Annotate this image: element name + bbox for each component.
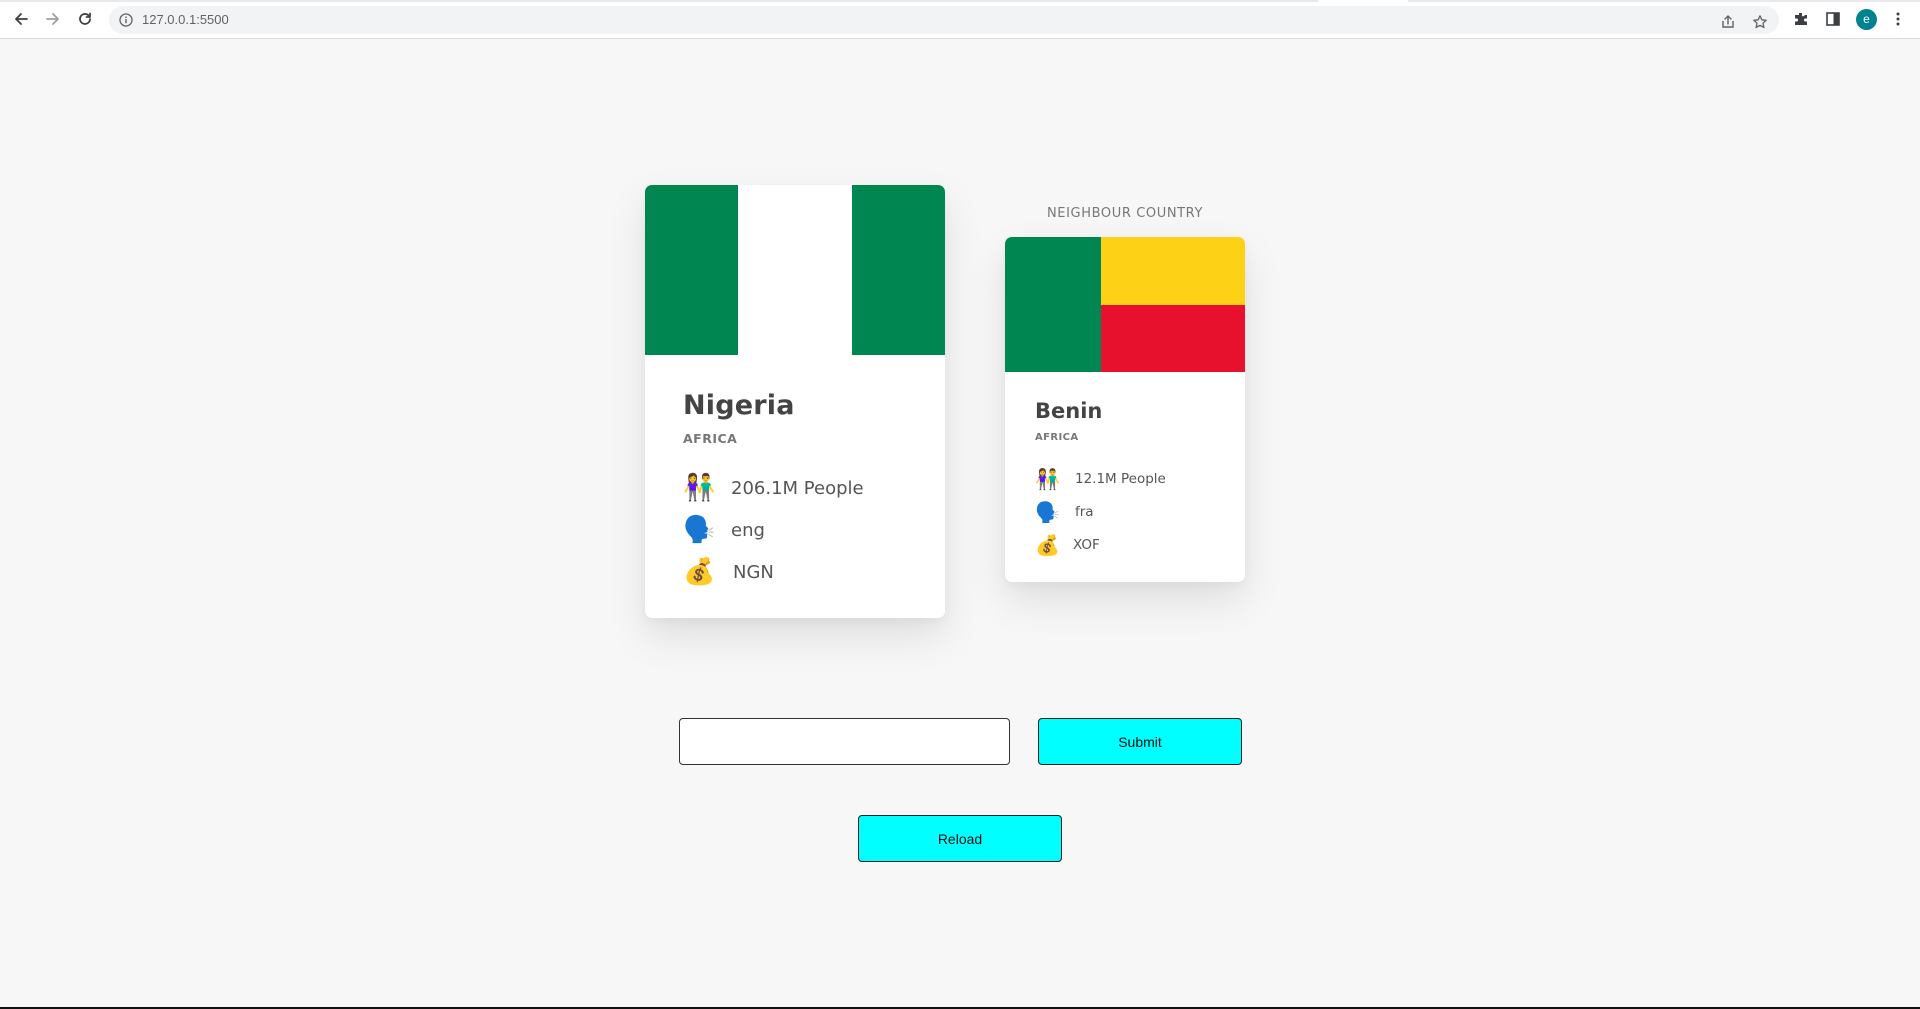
reload-button[interactable]: Reload <box>858 815 1062 862</box>
reload-icon <box>79 12 91 25</box>
share-button[interactable] <box>1719 13 1737 31</box>
info-icon[interactable] <box>119 13 133 27</box>
side-panel-button[interactable] <box>1824 10 1842 28</box>
bookmark-button[interactable] <box>1751 13 1769 31</box>
country-card-neighbour: Benin AFRICA 👫 12.1M People 🗣️ fra 💰 XOF <box>1005 237 1245 582</box>
back-button[interactable] <box>9 7 33 31</box>
flag-band-bottom <box>1101 304 1245 372</box>
flag-band-hoist <box>1005 237 1101 372</box>
sidepanel-icon <box>1826 12 1840 26</box>
neighbour-region: AFRICA <box>1035 432 1079 443</box>
speaking-head-icon: 🗣️ <box>683 515 716 545</box>
flag-stripe-center <box>738 185 852 355</box>
address-bar[interactable]: 127.0.0.1:5500 <box>109 6 1779 34</box>
country-flag <box>645 185 945 355</box>
language-value: eng <box>731 519 765 541</box>
extensions-button[interactable] <box>1792 10 1810 28</box>
forward-icon <box>46 13 59 25</box>
country-card-main: Nigeria AFRICA 👫 206.1M People 🗣️ eng 💰 … <box>645 185 945 618</box>
money-bag-icon: 💰 <box>1035 533 1060 557</box>
population-row: 👫 206.1M People <box>683 474 864 502</box>
money-bag-icon: 💰 <box>683 557 716 587</box>
neighbour-population-value: 12.1M People <box>1075 471 1166 487</box>
profile-avatar[interactable]: e <box>1856 9 1877 30</box>
share-icon <box>1722 15 1734 28</box>
speaking-head-icon: 🗣️ <box>1035 500 1060 524</box>
tab-strip-highlight <box>1318 0 1408 2</box>
people-icon: 👫 <box>1035 467 1060 491</box>
neighbour-currency-row: 💰 XOF <box>1035 534 1100 556</box>
browser-menu-button[interactable] <box>1889 10 1907 28</box>
currency-value: NGN <box>733 561 774 583</box>
menu-icon <box>1896 12 1900 26</box>
star-icon <box>1753 15 1767 29</box>
back-icon <box>15 13 28 25</box>
extensions-icon <box>1795 13 1807 25</box>
population-value: 206.1M People <box>731 477 864 499</box>
submit-button[interactable]: Submit <box>1038 718 1242 765</box>
country-search-input[interactable] <box>679 718 1010 765</box>
tab-strip-edge <box>0 0 1920 2</box>
currency-row: 💰 NGN <box>683 558 774 586</box>
reload-page-button[interactable] <box>73 7 97 31</box>
url-text: 127.0.0.1:5500 <box>142 12 229 27</box>
neighbour-population-row: 👫 12.1M People <box>1035 468 1166 490</box>
language-row: 🗣️ eng <box>683 516 765 544</box>
flag-stripe-left <box>645 185 738 355</box>
neighbour-language-value: fra <box>1075 504 1094 520</box>
neighbour-heading: NEIGHBOUR COUNTRY <box>1046 206 1204 221</box>
flag-band-top <box>1101 237 1245 305</box>
people-icon: 👫 <box>683 473 716 503</box>
forward-button[interactable] <box>41 7 65 31</box>
flag-stripe-right <box>852 185 945 355</box>
browser-toolbar: 127.0.0.1:5500 e <box>0 0 1920 39</box>
country-region: AFRICA <box>683 431 738 446</box>
neighbour-currency-value: XOF <box>1073 537 1100 553</box>
neighbour-language-row: 🗣️ fra <box>1035 501 1094 523</box>
neighbour-flag <box>1005 237 1245 372</box>
country-name: Nigeria <box>683 390 795 421</box>
neighbour-name: Benin <box>1035 399 1103 423</box>
